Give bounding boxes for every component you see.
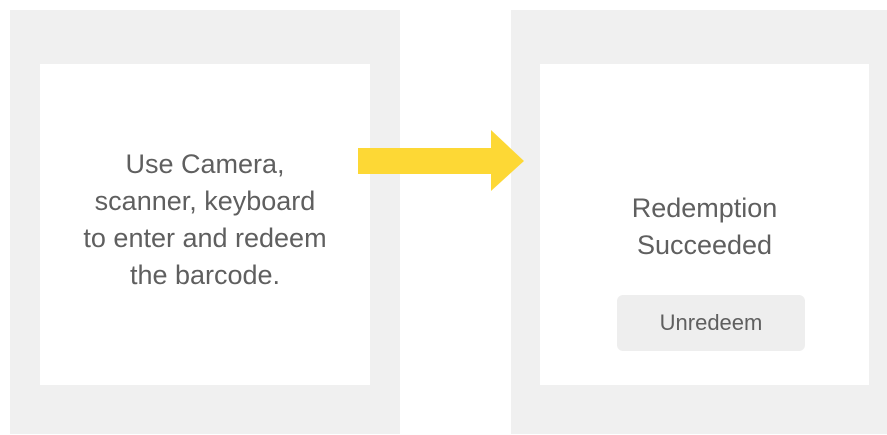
unredeem-button[interactable]: Unredeem	[617, 295, 805, 351]
arrow-shape	[358, 130, 524, 191]
redemption-status-text: Redemption Succeeded	[631, 193, 778, 260]
